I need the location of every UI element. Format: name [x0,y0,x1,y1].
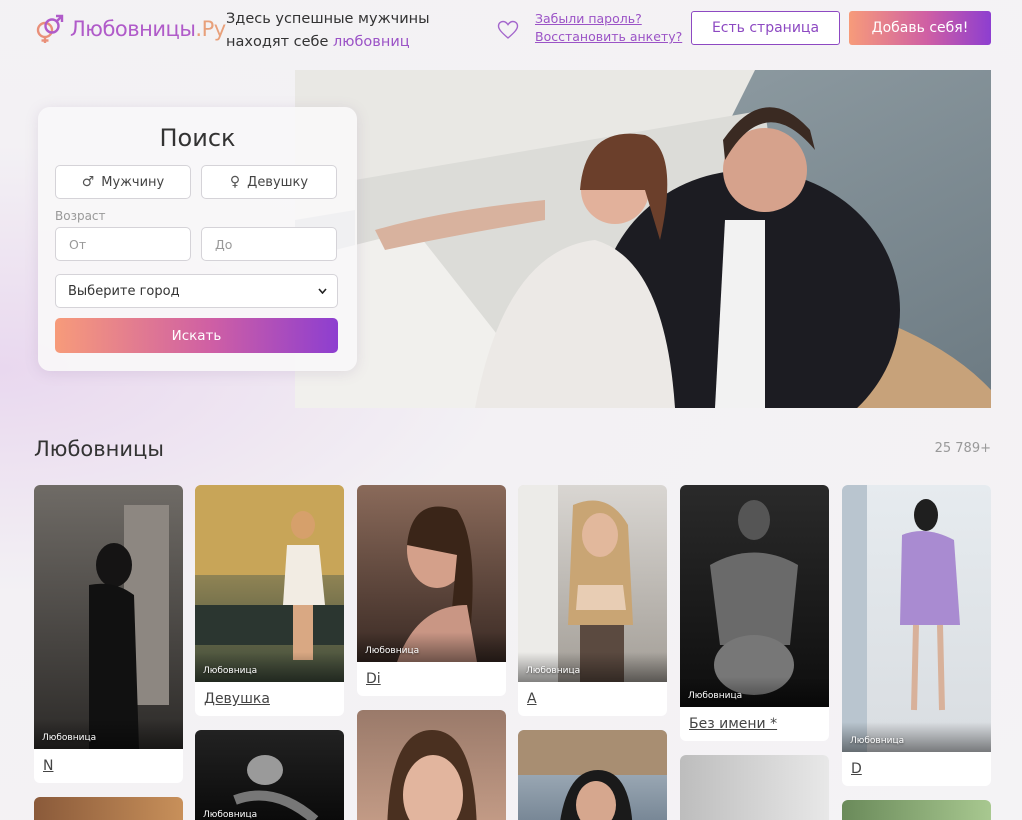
heart-icon [497,20,519,39]
listing-title: Любовницы [34,437,164,461]
profile-photo-image [387,730,477,820]
search-title: Поиск [159,124,236,152]
profile-tag: Любовница [688,691,743,701]
profile-photo-image [233,755,319,820]
age-label: Возраст [55,209,106,223]
city-select-value: Выберите город [68,283,180,299]
age-from-input[interactable]: От [55,227,191,261]
search-submit-button[interactable]: Искать [55,318,338,353]
chevron-down-icon [318,288,327,294]
forgot-password-link[interactable]: Забыли пароль? [535,10,682,28]
profile-photo[interactable]: Любовница [842,485,991,752]
profile-photo[interactable] [34,797,183,820]
profile-name-link[interactable]: Девушка [195,682,344,716]
city-select[interactable]: Выберите город [55,274,338,308]
profile-card[interactable] [842,800,991,820]
site-logo[interactable]: Любовницы.Ру [34,14,226,44]
profile-card[interactable]: Любовница N [34,485,183,783]
profile-card[interactable] [357,710,506,820]
restore-profile-link[interactable]: Восстановить анкету? [535,28,682,46]
profile-tag: Любовница [850,736,905,746]
hero-photo [295,70,991,408]
account-links: Забыли пароль? Восстановить анкету? [535,10,682,46]
male-icon: ♂ [81,174,95,190]
profile-name-link[interactable]: N [34,749,183,783]
hero-couple-image [295,70,991,408]
profile-tag: Любовница [203,666,258,676]
have-page-button[interactable]: Есть страница [691,11,840,45]
profile-card[interactable]: Любовница D [842,485,991,786]
profile-photo[interactable] [357,710,506,820]
search-female-button[interactable]: ♀ Девушку [201,165,337,199]
profile-card[interactable]: Любовница A [518,485,667,716]
profile-card[interactable] [34,797,183,820]
profile-tag: Любовница [365,646,420,656]
profile-photo-image [710,500,798,695]
site-header: Любовницы.Ру Здесь успешные мужчины нахо… [0,0,1022,62]
search-male-button[interactable]: ♂ Мужчину [55,165,191,199]
profile-photo[interactable]: Любовница [357,485,506,662]
female-icon: ♀ [229,174,241,190]
profile-card[interactable] [518,730,667,820]
profile-tag: Любовница [203,810,258,820]
profile-photo[interactable]: Любовница [680,485,829,707]
search-panel: Поиск ♂ Мужчину ♀ Девушку Возраст От До Вы… [38,107,357,371]
profile-name-link[interactable]: D [842,752,991,786]
gender-symbols-icon [36,14,64,43]
profile-card[interactable]: Любовница Di [357,485,506,696]
site-tagline: Здесь успешные мужчины находят себе любо… [226,11,430,50]
profile-photo[interactable]: Любовница [34,485,183,749]
age-to-input[interactable]: До [201,227,337,261]
profile-photo[interactable]: Любовница [195,485,344,682]
profile-name-link[interactable]: Без имени * [680,707,829,741]
add-self-button[interactable]: Добавь себя! [849,11,991,45]
profile-card[interactable] [680,755,829,820]
profile-photo[interactable] [680,755,829,820]
profile-card[interactable]: Любовница Без имени * [680,485,829,741]
profile-photo-image [89,505,169,749]
profile-photo[interactable]: Любовница [195,730,344,820]
profile-photo-image [518,730,667,820]
profile-card[interactable]: Любовница [195,730,344,820]
profile-name-link[interactable]: Di [357,662,506,696]
profile-name-link[interactable]: A [518,682,667,716]
profile-tag: Любовница [526,666,581,676]
profile-photo[interactable] [518,730,667,820]
profile-card[interactable]: Любовница Девушка [195,485,344,716]
profile-photo[interactable] [842,800,991,820]
listing-count: 25 789+ [934,441,991,456]
logo-text: Любовницы.Ру [70,17,226,41]
profile-photo[interactable]: Любовница [518,485,667,682]
profile-photo-image [842,485,960,752]
profile-tag: Любовница [42,733,97,743]
